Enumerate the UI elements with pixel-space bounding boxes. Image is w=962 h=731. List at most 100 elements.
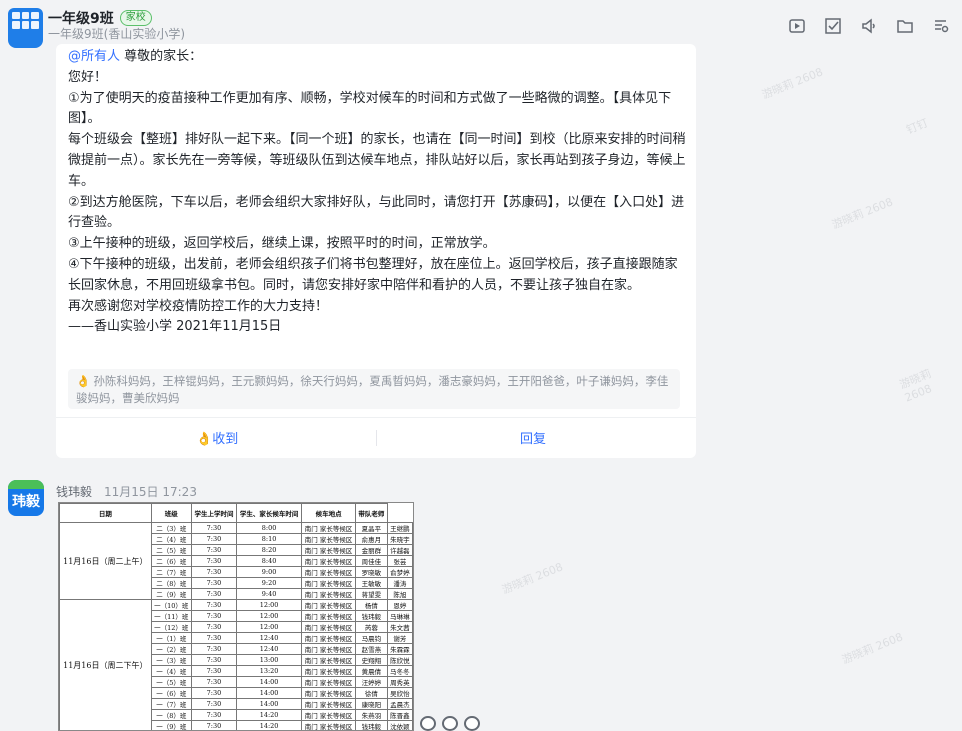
teacher-cell: 蒋望雯 bbox=[355, 588, 388, 600]
schedule-row: 11月16日（周二上午） 二（3）班 7:30 8:00 南门 家长等候区 夏晶平 王继鹏 bbox=[59, 522, 413, 600]
teacher-cell: 夏晶平 bbox=[355, 522, 388, 534]
location-cell: 南门 家长等候区 bbox=[301, 654, 357, 666]
teacher-cell: 王继鹏 bbox=[386, 522, 413, 534]
settings-icon[interactable] bbox=[930, 16, 952, 36]
image-action-toolbar bbox=[420, 716, 480, 731]
location-cell: 南门 家长等候区 bbox=[301, 577, 357, 589]
location-cell: 南门 家长等候区 bbox=[301, 566, 357, 578]
school-time-cell: 7:30 bbox=[190, 566, 238, 578]
teacher-cell: 俞惠月 bbox=[355, 533, 388, 545]
reply-button[interactable]: 回复 bbox=[520, 428, 546, 447]
notice-message-card: @所有人 尊敬的家长： 您好！ ①为了使明天的疫苗接种工作更加有序、顺畅，学校对… bbox=[56, 44, 696, 458]
receive-button[interactable]: 👌收到 bbox=[196, 428, 238, 447]
afternoon-date-cell: 11月16日（周二下午） bbox=[59, 599, 152, 730]
school-time-cell: 7:30 bbox=[190, 676, 238, 688]
teacher-cell: 潘涛 bbox=[386, 577, 413, 589]
notice-line: ①为了使明天的疫苗接种工作更加有序、顺畅，学校对候车的时间和方式做了一些略微的调… bbox=[68, 90, 672, 127]
task-icon[interactable] bbox=[822, 16, 844, 36]
chat-subtitle[interactable]: 一年级9班(香山实验小学) bbox=[48, 25, 185, 42]
school-time-cell: 7:30 bbox=[190, 610, 238, 622]
teacher-cell: 沈依颖 bbox=[386, 720, 413, 730]
location-cell: 南门 家长等候区 bbox=[301, 610, 357, 622]
school-time-cell: 7:30 bbox=[190, 720, 238, 730]
school-time-cell: 7:30 bbox=[190, 533, 238, 545]
image-action-icon[interactable] bbox=[442, 716, 458, 731]
sender-avatar[interactable]: 玮毅 bbox=[8, 480, 44, 516]
waiting-time-cell: 14:00 bbox=[236, 687, 303, 699]
class-cell: 一（2）班 bbox=[150, 643, 192, 655]
received-icon: 👌 bbox=[196, 432, 213, 447]
school-time-cell: 7:30 bbox=[190, 654, 238, 666]
school-time-cell: 7:30 bbox=[190, 632, 238, 644]
class-cell: 一（12）班 bbox=[150, 621, 192, 633]
waiting-time-cell: 14:00 bbox=[236, 698, 303, 710]
waiting-time-cell: 13:00 bbox=[236, 654, 303, 666]
notice-line: ——香山实验小学 2021年11月15日 bbox=[68, 319, 282, 335]
teacher-cell: 朱晓宇 bbox=[386, 533, 413, 545]
folder-icon[interactable] bbox=[894, 16, 916, 36]
teacher-cell: 孟晨杰 bbox=[386, 698, 413, 710]
received-parent-list[interactable]: 👌 孙陈科妈妈，王梓锟妈妈，王元颢妈妈，徐天行妈妈，夏禹晢妈妈，潘志豪妈妈，王开阳… bbox=[68, 369, 680, 409]
teacher-cell: 芮蓉 bbox=[355, 621, 388, 633]
image-action-icon[interactable] bbox=[420, 716, 436, 731]
message-divider bbox=[56, 417, 696, 418]
class-header: 班级 bbox=[150, 503, 192, 523]
schedule-body: 11月16日（周二上午） 二（3）班 7:30 8:00 南门 家长等候区 夏晶平 王继鹏二… bbox=[59, 522, 413, 730]
school-time-cell: 7:30 bbox=[190, 544, 238, 556]
teacher-cell: 罗晓敏 bbox=[355, 566, 388, 578]
waiting-time-cell: 8:10 bbox=[236, 533, 303, 545]
location-cell: 南门 家长等候区 bbox=[301, 544, 357, 556]
location-cell: 南门 家长等候区 bbox=[301, 632, 357, 644]
mention-all[interactable]: @所有人 bbox=[68, 49, 120, 64]
teacher-cell: 朱霖霖 bbox=[386, 643, 413, 655]
school-time-cell: 7:30 bbox=[190, 665, 238, 677]
school-time-cell: 7:30 bbox=[190, 577, 238, 589]
location-cell: 南门 家长等候区 bbox=[301, 665, 357, 677]
waiting-time-cell: 12:00 bbox=[236, 599, 303, 611]
sender-name[interactable]: 钱玮毅 bbox=[56, 485, 92, 499]
sender-avatar-text: 玮毅 bbox=[12, 494, 40, 510]
location-cell: 南门 家长等候区 bbox=[301, 720, 357, 730]
waiting-time-cell: 13:20 bbox=[236, 665, 303, 677]
teacher-cell: 史翔翔 bbox=[355, 654, 388, 666]
teacher-cell: 周秀英 bbox=[386, 676, 413, 688]
watermark: 游晓莉 2608 bbox=[500, 560, 565, 597]
teacher-cell: 钱玮毅 bbox=[355, 720, 388, 730]
notice-line: ④下午接种的班级，出发前，老师会组织孩子们将书包整理好，放在座位上。返回学校后，… bbox=[68, 256, 678, 293]
video-icon[interactable] bbox=[786, 16, 808, 36]
waiting-time-cell: 14:00 bbox=[236, 676, 303, 688]
school-time-cell: 7:30 bbox=[190, 555, 238, 567]
location-cell: 南门 家长等候区 bbox=[301, 676, 357, 688]
chat-toolbar bbox=[786, 16, 952, 36]
waiting-time-cell: 8:40 bbox=[236, 555, 303, 567]
class-cell: 一（6）班 bbox=[150, 687, 192, 699]
waiting-time-cell: 8:00 bbox=[236, 522, 303, 534]
watermark: 游晓莉 2608 bbox=[760, 65, 825, 102]
image-action-icon[interactable] bbox=[464, 716, 480, 731]
waiting-time-cell: 12:00 bbox=[236, 610, 303, 622]
teacher-cell: 谢芳 bbox=[386, 632, 413, 644]
class-cell: 二（5）班 bbox=[150, 544, 192, 556]
schedule-row: 11月16日（周二下午） 一（10）班 7:30 12:00 南门 家长等候区 杨倩 恩婷 bbox=[59, 599, 413, 730]
watermark: 游晓莉 2608 bbox=[830, 195, 895, 232]
location-header: 候车地点 bbox=[301, 503, 357, 523]
notice-message-body: @所有人 尊敬的家长： 您好！ ①为了使明天的疫苗接种工作更加有序、顺畅，学校对… bbox=[68, 47, 688, 338]
class-cell: 一（7）班 bbox=[150, 698, 192, 710]
class-cell: 二（9）班 bbox=[150, 588, 192, 600]
teacher-cell: 王敏敏 bbox=[355, 577, 388, 589]
teacher-cell: 许越磊 bbox=[386, 544, 413, 556]
teacher-cell: 汪婷婷 bbox=[355, 676, 388, 688]
teacher-cell: 朱燕羽 bbox=[355, 709, 388, 721]
teacher-cell: 陈旭 bbox=[386, 588, 413, 600]
school-time-cell: 7:30 bbox=[190, 643, 238, 655]
bus-schedule-image[interactable]: 日期 班级 学生上学时间 学生、家长候车时间 候车地点 带队老师 11月16日（… bbox=[58, 502, 414, 731]
receive-label: 收到 bbox=[212, 432, 239, 447]
location-cell: 南门 家长等候区 bbox=[301, 687, 357, 699]
previous-sender-avatar[interactable] bbox=[8, 30, 43, 48]
teacher-cell: 恩婷 bbox=[386, 599, 413, 611]
teacher-cell: 陈晋鑫 bbox=[386, 709, 413, 721]
family-school-badge: 家校 bbox=[119, 10, 152, 26]
class-cell: 二（8）班 bbox=[150, 577, 192, 589]
notice-line: 尊敬的家长： bbox=[120, 49, 203, 64]
announcement-icon[interactable] bbox=[858, 16, 880, 36]
